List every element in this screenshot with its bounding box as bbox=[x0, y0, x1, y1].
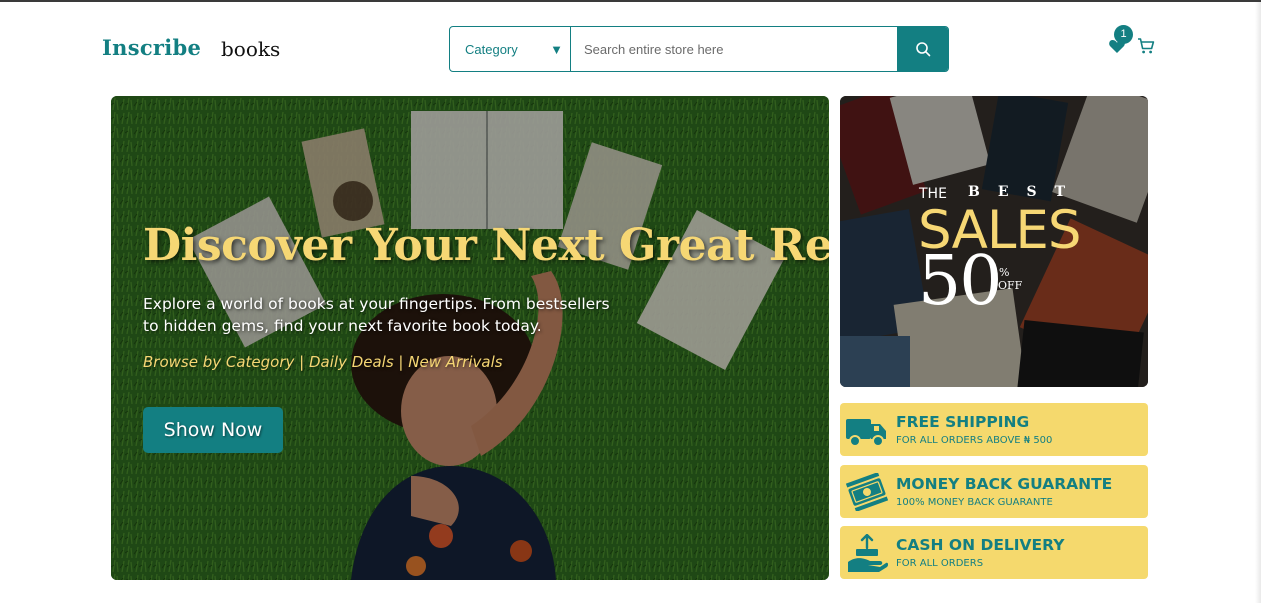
promo-banner[interactable]: THE BEST SALES 50 % OFF bbox=[840, 96, 1148, 387]
feature-free-shipping: FREE SHIPPING FOR ALL ORDERS ABOVE ₦ 500 bbox=[840, 403, 1148, 456]
hero-category-links[interactable]: Browse by Category | Daily Deals | New A… bbox=[143, 353, 503, 371]
category-select[interactable]: Category ▼ bbox=[450, 27, 571, 71]
logo-subtitle: books bbox=[221, 37, 281, 61]
show-now-button[interactable]: Show Now bbox=[143, 407, 283, 453]
feature-subtitle: 100% MONEY BACK GUARANTE bbox=[896, 497, 1053, 508]
cart-icon[interactable] bbox=[1137, 37, 1155, 55]
search-bar: Category ▼ bbox=[449, 26, 949, 72]
category-label: Category bbox=[465, 41, 518, 57]
caret-down-icon: ▼ bbox=[550, 42, 563, 57]
hero-description: Explore a world of books at your fingert… bbox=[143, 295, 610, 335]
top-border bbox=[0, 0, 1261, 2]
search-button[interactable] bbox=[897, 27, 948, 71]
feature-cash-on-delivery: CASH ON DELIVERY FOR ALL ORDERS bbox=[840, 526, 1148, 579]
hero-banner: Discover Your Next Great Read Explore a … bbox=[111, 96, 829, 580]
hero-title: Discover Your Next Great Read bbox=[143, 220, 829, 271]
feature-title: FREE SHIPPING bbox=[896, 413, 1030, 431]
feature-subtitle: FOR ALL ORDERS bbox=[896, 558, 984, 569]
feature-title: MONEY BACK GUARANTE bbox=[896, 475, 1113, 493]
truck-icon bbox=[846, 419, 886, 447]
search-input[interactable] bbox=[571, 27, 897, 71]
promo-off: OFF bbox=[998, 279, 1023, 292]
logo[interactable]: Inscribe bbox=[102, 35, 201, 60]
scrollbar-edge bbox=[1255, 2, 1261, 603]
promo-discount: 50 bbox=[918, 242, 1003, 321]
money-icon bbox=[846, 473, 888, 511]
promo-best: BEST bbox=[968, 184, 1084, 200]
feature-subtitle: FOR ALL ORDERS ABOVE ₦ 500 bbox=[896, 435, 1053, 446]
feature-money-back: MONEY BACK GUARANTE 100% MONEY BACK GUAR… bbox=[840, 465, 1148, 518]
hero-overlay bbox=[111, 96, 829, 580]
promo-percent: % bbox=[999, 266, 1010, 279]
search-icon bbox=[915, 42, 930, 57]
feature-title: CASH ON DELIVERY bbox=[896, 536, 1065, 554]
wishlist-count-badge: 1 bbox=[1114, 25, 1133, 44]
cash-hand-icon bbox=[848, 534, 888, 572]
